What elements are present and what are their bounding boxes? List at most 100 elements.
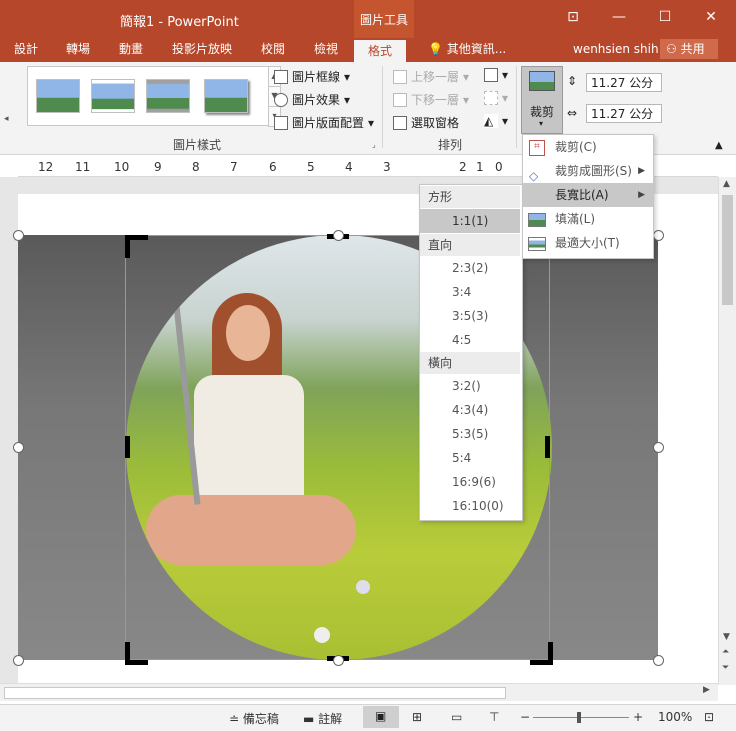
- user-name[interactable]: wenhsien shih: [573, 38, 659, 62]
- ribbon-left-scroll-icon[interactable]: ◂: [4, 114, 9, 124]
- scroll-right-icon[interactable]: ▶: [703, 685, 710, 695]
- dialog-launcher-icon[interactable]: ⌟: [372, 140, 376, 149]
- minimize-button[interactable]: —: [596, 0, 642, 34]
- tab-format[interactable]: 格式: [354, 40, 407, 62]
- picture-effects-button[interactable]: 圖片效果 ▾: [274, 91, 350, 108]
- aspect-1-1[interactable]: 1:1(1): [420, 209, 520, 233]
- resize-handle[interactable]: [653, 442, 664, 453]
- crop-handle-right[interactable]: [545, 436, 550, 458]
- slide-sorter-icon[interactable]: ⊞: [412, 710, 422, 724]
- collapse-ribbon-icon[interactable]: ▲: [715, 140, 723, 151]
- horizontal-scrollbar[interactable]: ▶: [0, 683, 718, 701]
- square-header: 方形: [420, 186, 520, 208]
- status-bar: ≐ 備忘稿 ▬ 註解 ▣ ⊞ ▭ ⊤ − + 100% ⊡: [0, 704, 736, 731]
- slideshow-icon[interactable]: ⊤: [489, 710, 499, 724]
- zoom-in-icon[interactable]: +: [633, 710, 643, 724]
- next-slide-icon[interactable]: ⏷: [722, 663, 729, 673]
- crop-handle-top-left[interactable]: [125, 235, 148, 258]
- resize-handle[interactable]: [13, 655, 24, 666]
- selected-picture[interactable]: [18, 235, 658, 660]
- tab-design[interactable]: 設計: [14, 38, 38, 62]
- selection-pane-button[interactable]: 選取窗格: [393, 114, 459, 131]
- crop-menu-item[interactable]: ⌗ 裁剪(C): [523, 135, 653, 159]
- scroll-down-icon[interactable]: ▼: [723, 632, 730, 642]
- tell-me-box[interactable]: 💡 其他資訊...: [428, 38, 506, 62]
- resize-handle[interactable]: [13, 442, 24, 453]
- send-backward-button[interactable]: 下移一層 ▾: [393, 91, 469, 108]
- tab-view[interactable]: 檢視: [314, 38, 338, 62]
- style-thumb-3[interactable]: [146, 79, 190, 113]
- reading-view-icon[interactable]: ▭: [451, 710, 462, 724]
- group-button[interactable]: ▾: [484, 91, 508, 105]
- crop-button[interactable]: 裁剪 ▾: [521, 66, 563, 134]
- aspect-4-3[interactable]: 4:3(4): [420, 398, 488, 422]
- tab-transitions[interactable]: 轉場: [66, 38, 90, 62]
- align-button[interactable]: ▾: [484, 68, 508, 82]
- share-button[interactable]: ⚇ 共用: [660, 39, 718, 59]
- resize-handle[interactable]: [653, 655, 664, 666]
- close-icon: ✕: [705, 9, 717, 25]
- aspect-2-3[interactable]: 2:3(2): [420, 256, 488, 280]
- tab-slideshow[interactable]: 投影片放映: [172, 38, 232, 62]
- fit-menu-item[interactable]: 最適大小(T): [523, 231, 653, 255]
- normal-view-button[interactable]: ▣: [363, 706, 399, 728]
- tab-review[interactable]: 校閱: [261, 38, 285, 62]
- aspect-5-4[interactable]: 5:4: [420, 446, 471, 470]
- comment-icon: ▬: [303, 712, 315, 726]
- ribbon-display-options-button[interactable]: ⊡: [550, 0, 596, 34]
- ruler-label: 2: [459, 160, 467, 174]
- person-icon: ⚇: [666, 42, 677, 56]
- picture-layout-button[interactable]: 圖片版面配置 ▾: [274, 114, 374, 131]
- zoom-out-icon[interactable]: −: [520, 710, 530, 724]
- crop-handle-bottom-left[interactable]: [125, 642, 148, 665]
- shape-height-input[interactable]: 11.27 公分: [586, 73, 662, 92]
- ruler-label: 9: [154, 160, 162, 174]
- zoom-level[interactable]: 100%: [658, 710, 692, 724]
- picture-border-button[interactable]: 圖片框線 ▾: [274, 68, 350, 85]
- aspect-3-2[interactable]: 3:2(): [420, 374, 481, 398]
- send-backward-label: 下移一層: [411, 93, 460, 107]
- landscape-header: 橫向: [420, 352, 520, 374]
- crop-handle-left[interactable]: [125, 436, 130, 458]
- close-button[interactable]: ✕: [688, 0, 734, 34]
- zoom-slider[interactable]: [533, 712, 629, 723]
- tab-animations[interactable]: 動畫: [119, 38, 143, 62]
- ribbon-tab-bar: 設計 轉場 動畫 投影片放映 校閱 檢視 格式 💡 其他資訊... wenhsi…: [0, 38, 736, 62]
- fill-menu-item[interactable]: 填滿(L): [523, 207, 653, 231]
- aspect-5-3[interactable]: 5:3(5): [420, 422, 488, 446]
- notes-button[interactable]: ≐ 備忘稿: [229, 710, 279, 727]
- bring-forward-button[interactable]: 上移一層 ▾: [393, 68, 469, 85]
- scroll-up-icon[interactable]: ▲: [723, 179, 730, 189]
- crop-to-shape-menu-item[interactable]: ◇ 裁剪成圖形(S) ▶: [523, 159, 653, 183]
- style-thumb-4[interactable]: [204, 79, 248, 113]
- zoom-slider-thumb[interactable]: [577, 712, 581, 723]
- aspect-16-10[interactable]: 16:10(0): [420, 494, 504, 518]
- divider: [382, 66, 383, 148]
- fit-slide-icon[interactable]: ⊡: [704, 710, 714, 724]
- scroll-thumb[interactable]: [722, 195, 733, 305]
- aspect-3-4[interactable]: 3:4: [420, 280, 471, 304]
- effects-icon: [274, 92, 288, 107]
- maximize-button[interactable]: ☐: [642, 0, 688, 34]
- crop-icon: [529, 71, 555, 91]
- rotate-button[interactable]: ◭ ▾: [484, 114, 508, 128]
- pen-icon: [274, 69, 288, 84]
- style-thumb-1[interactable]: [36, 79, 80, 113]
- resize-handle[interactable]: [333, 655, 344, 666]
- crop-handle-bottom-right[interactable]: [530, 642, 553, 665]
- hscroll-thumb[interactable]: [4, 687, 506, 699]
- aspect-16-9[interactable]: 16:9(6): [420, 470, 496, 494]
- aspect-3-5[interactable]: 3:5(3): [420, 304, 488, 328]
- aspect-ratio-menu-item[interactable]: 長寬比(A) ▶: [523, 183, 653, 207]
- crop-dropdown-icon: ▾: [539, 119, 544, 128]
- resize-handle[interactable]: [653, 230, 664, 241]
- resize-handle[interactable]: [13, 230, 24, 241]
- style-thumb-2[interactable]: [91, 79, 135, 113]
- resize-handle[interactable]: [333, 230, 344, 241]
- vertical-scrollbar[interactable]: ▲ ▼ ⏶ ⏷: [718, 177, 736, 685]
- shape-width-input[interactable]: 11.27 公分: [586, 104, 662, 123]
- selection-pane-icon: [393, 115, 407, 130]
- comments-button[interactable]: ▬ 註解: [303, 710, 342, 727]
- aspect-4-5[interactable]: 4:5: [420, 328, 471, 352]
- previous-slide-icon[interactable]: ⏶: [722, 647, 729, 657]
